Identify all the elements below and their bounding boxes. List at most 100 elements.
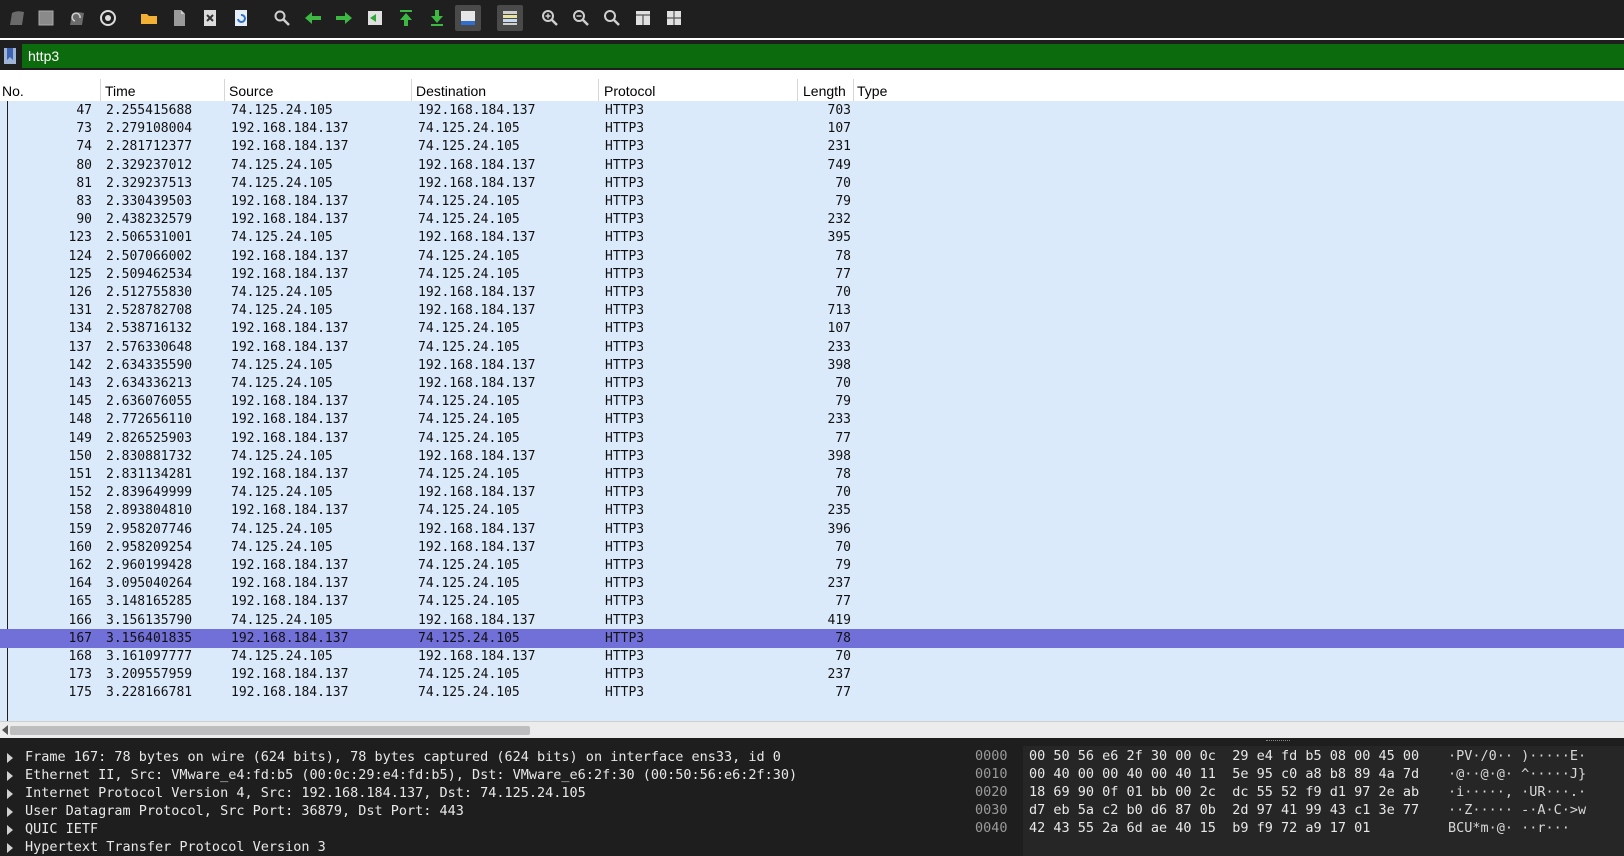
find-packet-icon[interactable] xyxy=(269,5,295,31)
save-file-icon[interactable] xyxy=(166,5,192,31)
expand-arrow-icon[interactable] xyxy=(7,807,13,817)
packet-row[interactable]: 159 2.958207746 74.125.24.105 192.168.184.1… xyxy=(0,520,1624,539)
packet-row[interactable]: 151 2.831134281 192.168.184.137 74.125.24.1… xyxy=(0,465,1624,484)
packet-row[interactable]: 74 2.281712377 192.168.184.137 74.125.24.10… xyxy=(0,137,1624,156)
capture-options-icon[interactable] xyxy=(95,5,121,31)
packet-time-cell: 3.156401835 xyxy=(106,630,193,646)
packet-length-cell: 749 xyxy=(827,157,851,173)
packet-row[interactable]: 83 2.330439503 192.168.184.137 74.125.24.10… xyxy=(0,192,1624,211)
packet-row-selected[interactable]: 167 3.156401835 192.168.184.137 74.125.24.1… xyxy=(0,628,1624,648)
packet-row[interactable]: 143 2.634336213 74.125.24.105 192.168.184.1… xyxy=(0,374,1624,393)
hex-ascii[interactable]: BCU*m·@· ··r··· xyxy=(1448,820,1570,836)
column-header-length[interactable]: Length xyxy=(803,81,846,101)
reload-file-icon[interactable] xyxy=(228,5,254,31)
first-packet-icon[interactable] xyxy=(393,5,419,31)
packet-destination-cell: 192.168.184.137 xyxy=(418,376,536,391)
hex-bytes[interactable]: 00 50 56 e6 2f 30 00 0c 29 e4 fd b5 08 0… xyxy=(1029,748,1419,764)
packet-destination-cell: 192.168.184.137 xyxy=(418,448,536,464)
hex-ascii[interactable]: ·i·····, ·UR···.· xyxy=(1448,784,1586,800)
packet-row[interactable]: 162 2.960199428 192.168.184.137 74.125.24.1… xyxy=(0,556,1624,575)
column-header-no[interactable]: No. xyxy=(2,81,24,101)
zoom-out-icon[interactable] xyxy=(568,5,594,31)
packet-list-scrollbar[interactable] xyxy=(0,721,1624,738)
column-header-source[interactable]: Source xyxy=(229,81,273,101)
packet-destination-cell: 192.168.184.137 xyxy=(418,285,536,300)
zoom-in-icon[interactable] xyxy=(537,5,563,31)
go-back-icon[interactable] xyxy=(300,5,326,31)
scrollbar-thumb[interactable] xyxy=(10,726,530,735)
stop-capture-icon[interactable] xyxy=(33,5,59,31)
packet-protocol-cell: HTTP3 xyxy=(605,448,645,464)
expand-icon[interactable] xyxy=(661,5,687,31)
packet-row[interactable]: 160 2.958209254 74.125.24.105 192.168.184.1… xyxy=(0,538,1624,557)
packet-list[interactable]: 47 2.255415688 74.125.24.105 192.168.184.13… xyxy=(0,101,1624,721)
packet-source-cell: 192.168.184.137 xyxy=(231,667,349,683)
resize-columns-icon[interactable] xyxy=(630,5,656,31)
hex-bytes[interactable]: 42 43 55 2a 6d ae 40 15 b9 f9 72 a9 17 0… xyxy=(1029,820,1370,836)
packet-row[interactable]: 148 2.772656110 192.168.184.137 74.125.24.1… xyxy=(0,410,1624,429)
packet-time-cell: 2.634335590 xyxy=(106,357,193,373)
hex-ascii[interactable]: ··Z····· -·A·C·>w xyxy=(1448,802,1586,818)
packet-row[interactable]: 125 2.509462534 192.168.184.137 74.125.24.1… xyxy=(0,265,1624,284)
packet-row[interactable]: 149 2.826525903 192.168.184.137 74.125.24.1… xyxy=(0,429,1624,448)
column-header-protocol[interactable]: Protocol xyxy=(604,81,655,101)
packet-row[interactable]: 150 2.830881732 74.125.24.105 192.168.184.1… xyxy=(0,447,1624,466)
packet-length-cell: 398 xyxy=(827,357,851,373)
column-header-type[interactable]: Type xyxy=(857,81,887,101)
expand-arrow-icon[interactable] xyxy=(7,789,13,799)
pane-splitter[interactable] xyxy=(0,738,1624,746)
expand-arrow-icon[interactable] xyxy=(7,753,13,763)
packet-row[interactable]: 165 3.148165285 192.168.184.137 74.125.24.1… xyxy=(0,592,1624,611)
packet-row[interactable]: 152 2.839649999 74.125.24.105 192.168.184.1… xyxy=(0,483,1624,502)
bookmark-icon[interactable] xyxy=(3,46,19,66)
column-header-time[interactable]: Time xyxy=(105,81,136,101)
packet-row[interactable]: 134 2.538716132 192.168.184.137 74.125.24.1… xyxy=(0,319,1624,338)
normal-size-icon[interactable] xyxy=(599,5,625,31)
packet-row[interactable]: 90 2.438232579 192.168.184.137 74.125.24.10… xyxy=(0,210,1624,229)
packet-destination-cell: 192.168.184.137 xyxy=(418,230,536,246)
expand-arrow-icon[interactable] xyxy=(7,771,13,781)
hex-ascii[interactable]: ·PV·/0·· )·····E· xyxy=(1448,748,1586,764)
packet-time-cell: 2.636076055 xyxy=(106,394,193,410)
packet-row[interactable]: 142 2.634335590 74.125.24.105 192.168.184.1… xyxy=(0,356,1624,375)
hex-offset: 0010 xyxy=(975,766,1008,782)
hex-bytes[interactable]: 00 40 00 00 40 00 40 11 5e 95 c0 a8 b8 8… xyxy=(1029,766,1419,782)
go-to-packet-icon[interactable] xyxy=(362,5,388,31)
last-packet-icon[interactable] xyxy=(424,5,450,31)
autoscroll-icon[interactable] xyxy=(455,5,481,31)
packet-row[interactable]: 164 3.095040264 192.168.184.137 74.125.24.1… xyxy=(0,574,1624,593)
packet-row[interactable]: 168 3.161097777 74.125.24.105 192.168.184.1… xyxy=(0,647,1624,666)
hex-bytes[interactable]: d7 eb 5a c2 b0 d6 87 0b 2d 97 41 99 43 c… xyxy=(1029,802,1419,818)
close-file-icon[interactable] xyxy=(197,5,223,31)
packet-no-cell: 131 xyxy=(68,303,92,319)
display-filter-input[interactable] xyxy=(22,44,1624,68)
packet-row[interactable]: 124 2.507066002 192.168.184.137 74.125.24.1… xyxy=(0,247,1624,266)
packet-row[interactable]: 81 2.329237513 74.125.24.105 192.168.184.13… xyxy=(0,174,1624,193)
open-file-icon[interactable] xyxy=(136,5,162,31)
splitter-grip-icon[interactable] xyxy=(1266,740,1290,744)
scroll-left-icon[interactable] xyxy=(2,725,8,735)
column-header-destination[interactable]: Destination xyxy=(416,81,486,101)
packet-row[interactable]: 131 2.528782708 74.125.24.105 192.168.184.1… xyxy=(0,301,1624,320)
go-forward-icon[interactable] xyxy=(331,5,357,31)
start-capture-icon[interactable] xyxy=(4,5,30,31)
hex-bytes[interactable]: 18 69 90 0f 01 bb 00 2c dc 55 52 f9 d1 9… xyxy=(1029,784,1419,800)
packet-row[interactable]: 123 2.506531001 74.125.24.105 192.168.184.1… xyxy=(0,228,1624,247)
packet-row[interactable]: 145 2.636076055 192.168.184.137 74.125.24.1… xyxy=(0,392,1624,411)
hex-ascii[interactable]: ·@··@·@· ^·····J} xyxy=(1448,766,1586,782)
packet-time-cell: 2.329237513 xyxy=(106,175,193,191)
packet-row[interactable]: 173 3.209557959 192.168.184.137 74.125.24.1… xyxy=(0,665,1624,684)
expand-arrow-icon[interactable] xyxy=(7,843,13,853)
colorize-icon[interactable] xyxy=(497,5,523,31)
packet-row[interactable]: 166 3.156135790 74.125.24.105 192.168.184.1… xyxy=(0,611,1624,630)
restart-capture-icon[interactable] xyxy=(64,5,90,31)
packet-row[interactable]: 137 2.576330648 192.168.184.137 74.125.24.1… xyxy=(0,338,1624,357)
packet-details-tree: Frame 167: 78 bytes on wire (624 bits), … xyxy=(0,746,970,856)
packet-row[interactable]: 80 2.329237012 74.125.24.105 192.168.184.13… xyxy=(0,156,1624,175)
packet-row[interactable]: 73 2.279108004 192.168.184.137 74.125.24.10… xyxy=(0,119,1624,138)
packet-row[interactable]: 126 2.512755830 74.125.24.105 192.168.184.1… xyxy=(0,283,1624,302)
packet-row[interactable]: 175 3.228166781 192.168.184.137 74.125.24.1… xyxy=(0,683,1624,702)
packet-row[interactable]: 47 2.255415688 74.125.24.105 192.168.184.13… xyxy=(0,101,1624,120)
packet-row[interactable]: 158 2.893804810 192.168.184.137 74.125.24.1… xyxy=(0,501,1624,520)
expand-arrow-icon[interactable] xyxy=(7,825,13,835)
